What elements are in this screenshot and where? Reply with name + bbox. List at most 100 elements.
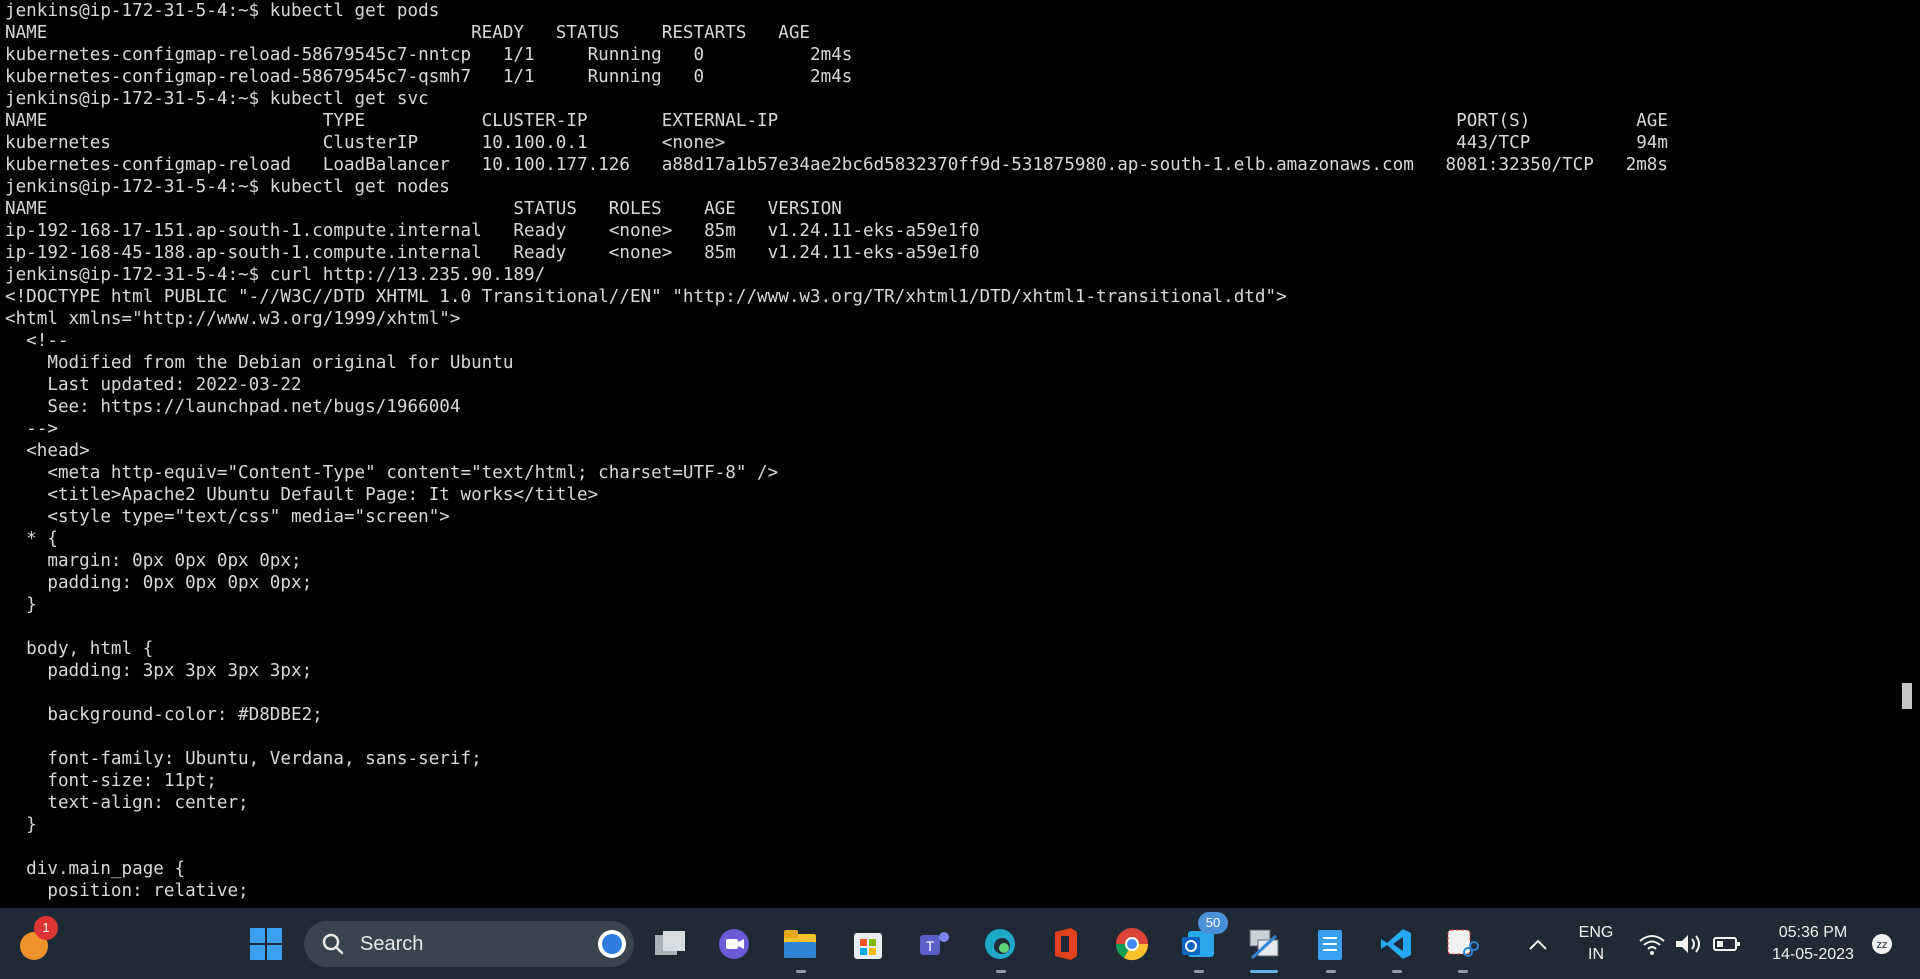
region-code: IN [1588,946,1604,963]
start-button[interactable] [246,924,286,964]
running-indicator [996,970,1006,973]
running-indicator [1194,970,1204,973]
store-button[interactable] [848,924,888,964]
terminal-line: kubernetes ClusterIP 10.100.0.1 <none> 4… [5,133,1668,153]
terminal-app-button[interactable] [1244,924,1284,964]
terminal-output: jenkins@ip-172-31-5-4:~$ kubectl get pod… [5,0,1668,902]
terminal-line: --> [5,419,58,439]
edge-button[interactable] [980,924,1020,964]
terminal-line: <style type="text/css" media="screen"> [5,507,450,527]
terminal-window[interactable]: jenkins@ip-172-31-5-4:~$ kubectl get pod… [0,0,1920,908]
svg-text:zz: zz [1877,939,1888,951]
search-icon [322,933,344,955]
scrollbar-thumb[interactable] [1902,683,1912,709]
running-indicator [796,970,806,973]
remote-terminal-icon [1249,929,1279,960]
office-icon [1055,928,1077,960]
terminal-line: kubernetes-configmap-reload LoadBalancer… [5,155,1668,175]
bing-icon[interactable] [596,928,628,960]
system-tray-status[interactable] [1636,928,1744,960]
language-code: ENG [1578,924,1614,941]
terminal-line: jenkins@ip-172-31-5-4:~$ curl http://13.… [5,265,546,285]
terminal-line: NAME TYPE CLUSTER-IP EXTERNAL-IP PORT(S)… [5,111,1668,131]
terminal-line: body, html { [5,639,154,659]
terminal-line: jenkins@ip-172-31-5-4:~$ kubectl get svc [5,89,429,109]
notification-center-button[interactable]: zz [1868,930,1896,958]
terminal-line: text-align: center; [5,793,249,813]
terminal-line: NAME STATUS ROLES AGE VERSION [5,199,842,219]
terminal-line: padding: 0px 0px 0px 0px; [5,573,313,593]
terminal-line: <!-- [5,331,69,351]
folder-icon [784,930,816,958]
terminal-line: Last updated: 2022-03-22 [5,375,302,395]
language-indicator[interactable]: ENG IN [1574,922,1618,966]
mail-badge: 50 [1198,912,1228,934]
terminal-line: * { [5,529,58,549]
taskbar-search[interactable]: Search [304,921,634,967]
chrome-button[interactable] [1112,924,1152,964]
terminal-line: jenkins@ip-172-31-5-4:~$ kubectl get nod… [5,177,450,197]
vscode-button[interactable] [1376,924,1416,964]
terminal-line: Modified from the Debian original for Ub… [5,353,514,373]
volume-icon [1676,935,1700,953]
terminal-line: background-color: #D8DBE2; [5,705,323,725]
terminal-line: ip-192-168-45-188.ap-south-1.compute.int… [5,243,980,263]
running-indicator [1458,970,1468,973]
terminal-line: margin: 0px 0px 0px 0px; [5,551,302,571]
vscode-icon [1381,929,1411,959]
terminal-line: See: https://launchpad.net/bugs/1966004 [5,397,461,417]
terminal-scrollbar[interactable] [1896,0,1920,908]
search-placeholder: Search [360,932,424,955]
terminal-line: padding: 3px 3px 3px 3px; [5,661,313,681]
file-explorer-button[interactable] [780,924,820,964]
office-button[interactable] [1046,924,1086,964]
terminal-line: div.main_page { [5,859,186,879]
terminal-line: kubernetes-configmap-reload-58679545c7-n… [5,45,853,65]
store-icon [854,933,882,959]
chrome-icon [1115,928,1149,961]
teams-icon: T [920,932,949,955]
terminal-line: <html xmlns="http://www.w3.org/1999/xhtm… [5,309,461,329]
scissors-icon [1447,929,1479,957]
terminal-line: <!DOCTYPE html PUBLIC "-//W3C//DTD XHTML… [5,287,1287,307]
task-view-icon [655,931,685,955]
clock-time: 05:36 PM [1778,924,1848,941]
wifi-icon [1639,935,1665,955]
svg-text:T: T [926,938,935,954]
active-indicator [1250,970,1278,973]
notepad-button[interactable] [1310,924,1350,964]
video-chat-icon [719,929,749,959]
terminal-line: } [5,815,37,835]
terminal-line: font-size: 11pt; [5,771,217,791]
show-hidden-icons-button[interactable] [1522,928,1554,960]
edge-browser-icon [985,929,1015,959]
terminal-line: <head> [5,441,90,461]
terminal-line: font-family: Ubuntu, Verdana, sans-serif… [5,749,482,769]
windows-logo-icon [250,928,282,960]
terminal-line: NAME READY STATUS RESTARTS AGE [5,23,811,43]
terminal-line: ip-192-168-17-151.ap-south-1.compute.int… [5,221,980,241]
notepad-icon [1318,930,1342,960]
outlook-button[interactable]: 50 [1178,912,1228,964]
chat-app-button[interactable] [714,924,754,964]
notifications-button[interactable]: 1 [14,916,58,964]
teams-button[interactable]: T [914,924,954,964]
clock-date: 14-05-2023 [1772,946,1854,963]
battery-icon [1713,937,1740,951]
notification-badge: 1 [34,916,58,940]
terminal-line: kubernetes-configmap-reload-58679545c7-q… [5,67,853,87]
clock[interactable]: 05:36 PM 14-05-2023 [1758,920,1868,968]
snipping-tool-button[interactable] [1442,924,1482,964]
chevron-up-icon [1529,939,1547,950]
terminal-line: <meta http-equiv="Content-Type" content=… [5,463,779,483]
notification-bell-icon: zz [1872,934,1892,954]
terminal-line: position: relative; [5,881,249,901]
terminal-line: jenkins@ip-172-31-5-4:~$ kubectl get pod… [5,1,440,21]
terminal-line: <title>Apache2 Ubuntu Default Page: It w… [5,485,599,505]
running-indicator [1326,970,1336,973]
task-view-button[interactable] [650,924,690,964]
